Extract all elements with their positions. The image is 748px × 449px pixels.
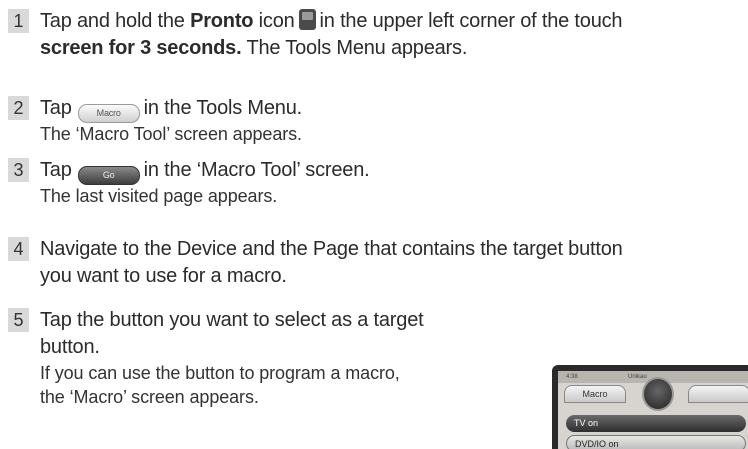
step-text: Navigate to the Device and the Page that… [40,238,623,260]
step-number: 2 [8,96,29,120]
step-subtext: The last visited page appears. [40,186,278,206]
device-tab [688,385,748,403]
step-text: Tap Macro in the Tools Menu. [40,95,302,123]
step-text-part: icon [253,10,295,32]
step-text: you want to use for a macro. [40,265,287,287]
device-time: 4:38 [566,374,578,380]
step-subtext: The ‘Macro Tool’ screen appears. [40,124,302,144]
step-text: screen for 3 seconds. The Tools Menu app… [40,35,467,61]
step-text-part: Tap [40,159,72,181]
device-row: TV on [566,415,746,432]
go-button-icon: Go [77,166,140,185]
step-text-part: The Tools Menu appears. [241,37,468,59]
device-title: Unikau [628,374,647,380]
step-text: button. [40,336,100,358]
step-text-part: Tap and hold the [40,10,191,32]
pronto-label: Pronto [190,10,254,32]
pronto-knob-icon [642,377,674,411]
step-number: 4 [8,237,29,261]
step-text-bold: screen for 3 seconds. [40,37,242,59]
step-text: Tap Go in the ‘Macro Tool’ screen. [40,157,370,185]
step-subtext: the ‘Macro’ screen appears. [40,387,259,407]
step-subtext: If you can use the button to program a m… [40,363,400,383]
step-number: 3 [8,158,29,182]
device-row: DVD/IO on [566,435,746,449]
device-screen: 4:38 Unikau Macro TV on DVD/IO on [558,371,748,449]
step-number: 1 [8,9,29,33]
step-text-part: in the Tools Menu. [143,97,303,119]
macro-button-icon: Macro [77,104,140,123]
step-text: Tap and hold the Pronto icon in the upper… [40,8,623,34]
step-number: 5 [8,308,29,332]
device-screenshot: 4:38 Unikau Macro TV on DVD/IO on [552,365,748,449]
pronto-icon [298,9,316,30]
step-text-part: Tap [40,97,72,119]
step-text-part: in the ‘Macro Tool’ screen. [143,159,370,181]
device-macro-tab: Macro [564,385,626,403]
step-text-part: in the upper left corner of the touch [319,10,623,32]
step-text: Tap the button you want to select as a t… [40,309,424,331]
